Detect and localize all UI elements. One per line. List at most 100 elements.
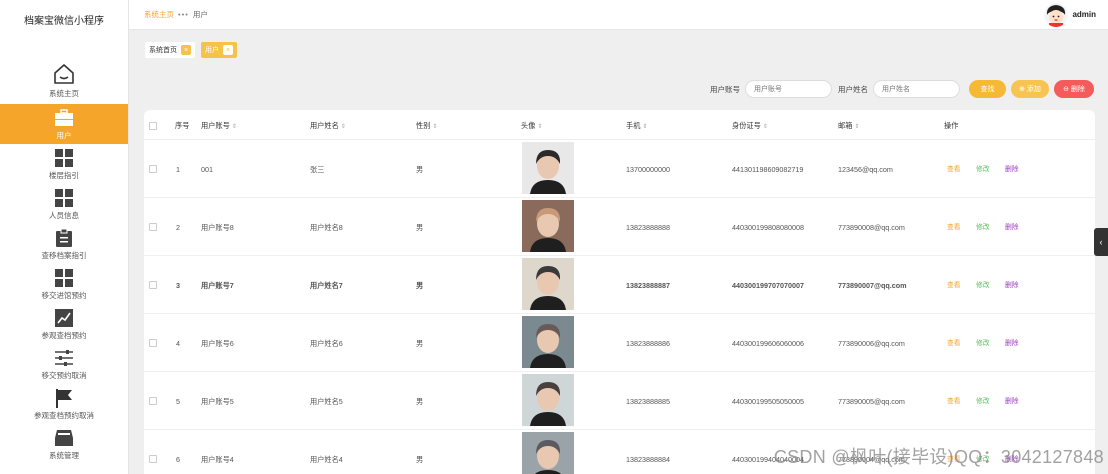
edit-button[interactable]: 修改: [976, 221, 990, 231]
avatar-photo[interactable]: [522, 374, 574, 426]
name-search-input[interactable]: [873, 80, 960, 98]
avatar-photo[interactable]: [522, 258, 574, 310]
cell-index: 3: [176, 281, 180, 290]
tag-current[interactable]: 用户 ×: [201, 42, 237, 58]
cell-email: 773890008@qq.com: [838, 223, 905, 232]
edit-button[interactable]: 修改: [976, 395, 990, 405]
sidebar-item-transfer-booking[interactable]: 移交进馆预约: [0, 264, 128, 304]
cell-name: 用户姓名6: [310, 339, 343, 348]
view-button[interactable]: 查看: [947, 395, 961, 405]
row-checkbox[interactable]: [149, 223, 157, 231]
th-label: 身份证号: [732, 121, 761, 130]
grid-icon: [52, 267, 76, 289]
sidebar-item-visit-booking[interactable]: 参观查档预约: [0, 304, 128, 344]
avatar-photo[interactable]: [522, 432, 574, 474]
cell-index: 2: [176, 223, 180, 232]
delete-button[interactable]: ⊖ 删除: [1054, 80, 1094, 98]
search-button[interactable]: 查找: [969, 80, 1006, 98]
row-checkbox[interactable]: [149, 281, 157, 289]
cell-id-card: 440300199707070007: [732, 281, 804, 290]
delete-row-button[interactable]: 删除: [1005, 163, 1019, 173]
th-id-card[interactable]: 身份证号 ⇕: [732, 121, 768, 131]
th-email[interactable]: 邮箱 ⇕: [838, 121, 859, 131]
th-avatar[interactable]: 头像 ⇕: [521, 121, 542, 131]
name-label: 用户姓名: [838, 84, 868, 94]
app-title: 档案宝微信小程序: [24, 16, 104, 27]
sort-icon[interactable]: ⇕: [537, 124, 542, 130]
avatar-photo[interactable]: [522, 142, 574, 194]
tab-tags: 系统首页 × 用户 ×: [145, 42, 237, 58]
th-name[interactable]: 用户姓名 ⇕: [310, 121, 346, 131]
sort-icon[interactable]: ⇕: [341, 124, 346, 130]
sidebar-item-archive-guide[interactable]: 查移档案指引: [0, 224, 128, 264]
view-button[interactable]: 查看: [947, 337, 961, 347]
edit-button[interactable]: 修改: [976, 163, 990, 173]
th-label: 头像: [521, 121, 536, 130]
sort-icon[interactable]: ⇕: [763, 124, 768, 130]
avatar[interactable]: [1044, 3, 1068, 27]
cell-account: 用户账号8: [201, 223, 234, 232]
th-account[interactable]: 用户账号 ⇕: [201, 121, 237, 131]
sort-icon[interactable]: ⇕: [854, 124, 859, 130]
sidebar-item-label: 移交预约取消: [41, 371, 87, 380]
view-button[interactable]: 查看: [947, 279, 961, 289]
sidebar-item-home[interactable]: 系统主页: [0, 56, 128, 104]
delete-row-button[interactable]: 删除: [1005, 221, 1019, 231]
delete-row-button[interactable]: 删除: [1005, 395, 1019, 405]
close-icon[interactable]: ×: [223, 45, 233, 55]
sidebar-item-staff[interactable]: 人员信息: [0, 184, 128, 224]
tag-home[interactable]: 系统首页 ×: [145, 42, 195, 58]
sort-icon[interactable]: ⇕: [232, 124, 237, 130]
sidebar-item-visit-cancel[interactable]: 参观查档预约取消: [0, 384, 128, 424]
view-button[interactable]: 查看: [947, 221, 961, 231]
cell-phone: 13823888884: [626, 455, 670, 464]
avatar-photo[interactable]: [522, 316, 574, 368]
collapse-handle[interactable]: ‹: [1094, 228, 1108, 256]
cell-account: 用户账号6: [201, 339, 234, 348]
sidebar-item-label: 人员信息: [49, 211, 79, 220]
search-bar: 用户账号 用户姓名: [710, 80, 966, 98]
add-button[interactable]: ⊕ 添加: [1011, 80, 1049, 98]
edit-button[interactable]: 修改: [976, 337, 990, 347]
user-name[interactable]: admin: [1072, 10, 1096, 19]
sidebar-item-label: 移交进馆预约: [41, 291, 87, 300]
cell-account: 用户账号4: [201, 455, 234, 464]
row-checkbox[interactable]: [149, 455, 157, 463]
sidebar-item-transfer-cancel[interactable]: 移交预约取消: [0, 344, 128, 384]
breadcrumb-home[interactable]: 系统主页: [144, 9, 174, 20]
sidebar-item-system[interactable]: 系统管理: [0, 424, 128, 464]
top-bar: 系统主页 ••• 用户 admin: [129, 0, 1108, 30]
cell-phone: 13700000000: [626, 165, 670, 174]
cell-email: 773890006@qq.com: [838, 339, 905, 348]
th-actions: 操作: [944, 121, 959, 130]
cell-index: 4: [176, 339, 180, 348]
sidebar-item-floor-guide[interactable]: 楼层指引: [0, 144, 128, 184]
avatar-photo[interactable]: [522, 200, 574, 252]
delete-row-button[interactable]: 删除: [1005, 337, 1019, 347]
row-checkbox[interactable]: [149, 165, 157, 173]
cell-phone: 13823888887: [626, 281, 670, 290]
th-label: 用户姓名: [310, 121, 339, 130]
sort-icon[interactable]: ⇕: [432, 124, 437, 130]
table-row: 1 001 张三 男 13700000000 441301198609082719 1234…: [144, 140, 1095, 198]
view-button[interactable]: 查看: [947, 163, 961, 173]
row-checkbox[interactable]: [149, 397, 157, 405]
sidebar-item-user[interactable]: 用户: [0, 104, 128, 144]
account-search-input[interactable]: [745, 80, 832, 98]
delete-row-button[interactable]: 删除: [1005, 279, 1019, 289]
edit-button[interactable]: 修改: [976, 279, 990, 289]
th-phone[interactable]: 手机 ⇕: [626, 121, 647, 131]
clipboard-icon: [52, 227, 76, 249]
table-row: 2 用户账号8 用户姓名8 男 13823888888 44030019980808000…: [144, 198, 1095, 256]
close-icon[interactable]: ×: [181, 45, 191, 55]
th-gender[interactable]: 性别 ⇕: [416, 121, 437, 131]
tag-label: 系统首页: [149, 47, 177, 54]
sidebar-item-label: 查移档案指引: [41, 251, 87, 260]
select-all-checkbox[interactable]: [149, 122, 157, 130]
row-checkbox[interactable]: [149, 339, 157, 347]
table-row: 4 用户账号6 用户姓名6 男 13823888886 44030019960606000…: [144, 314, 1095, 372]
sidebar-item-label: 系统管理: [49, 451, 79, 460]
cell-name: 用户姓名7: [310, 281, 343, 290]
sort-icon[interactable]: ⇕: [642, 124, 647, 130]
sliders-icon: [52, 347, 76, 369]
